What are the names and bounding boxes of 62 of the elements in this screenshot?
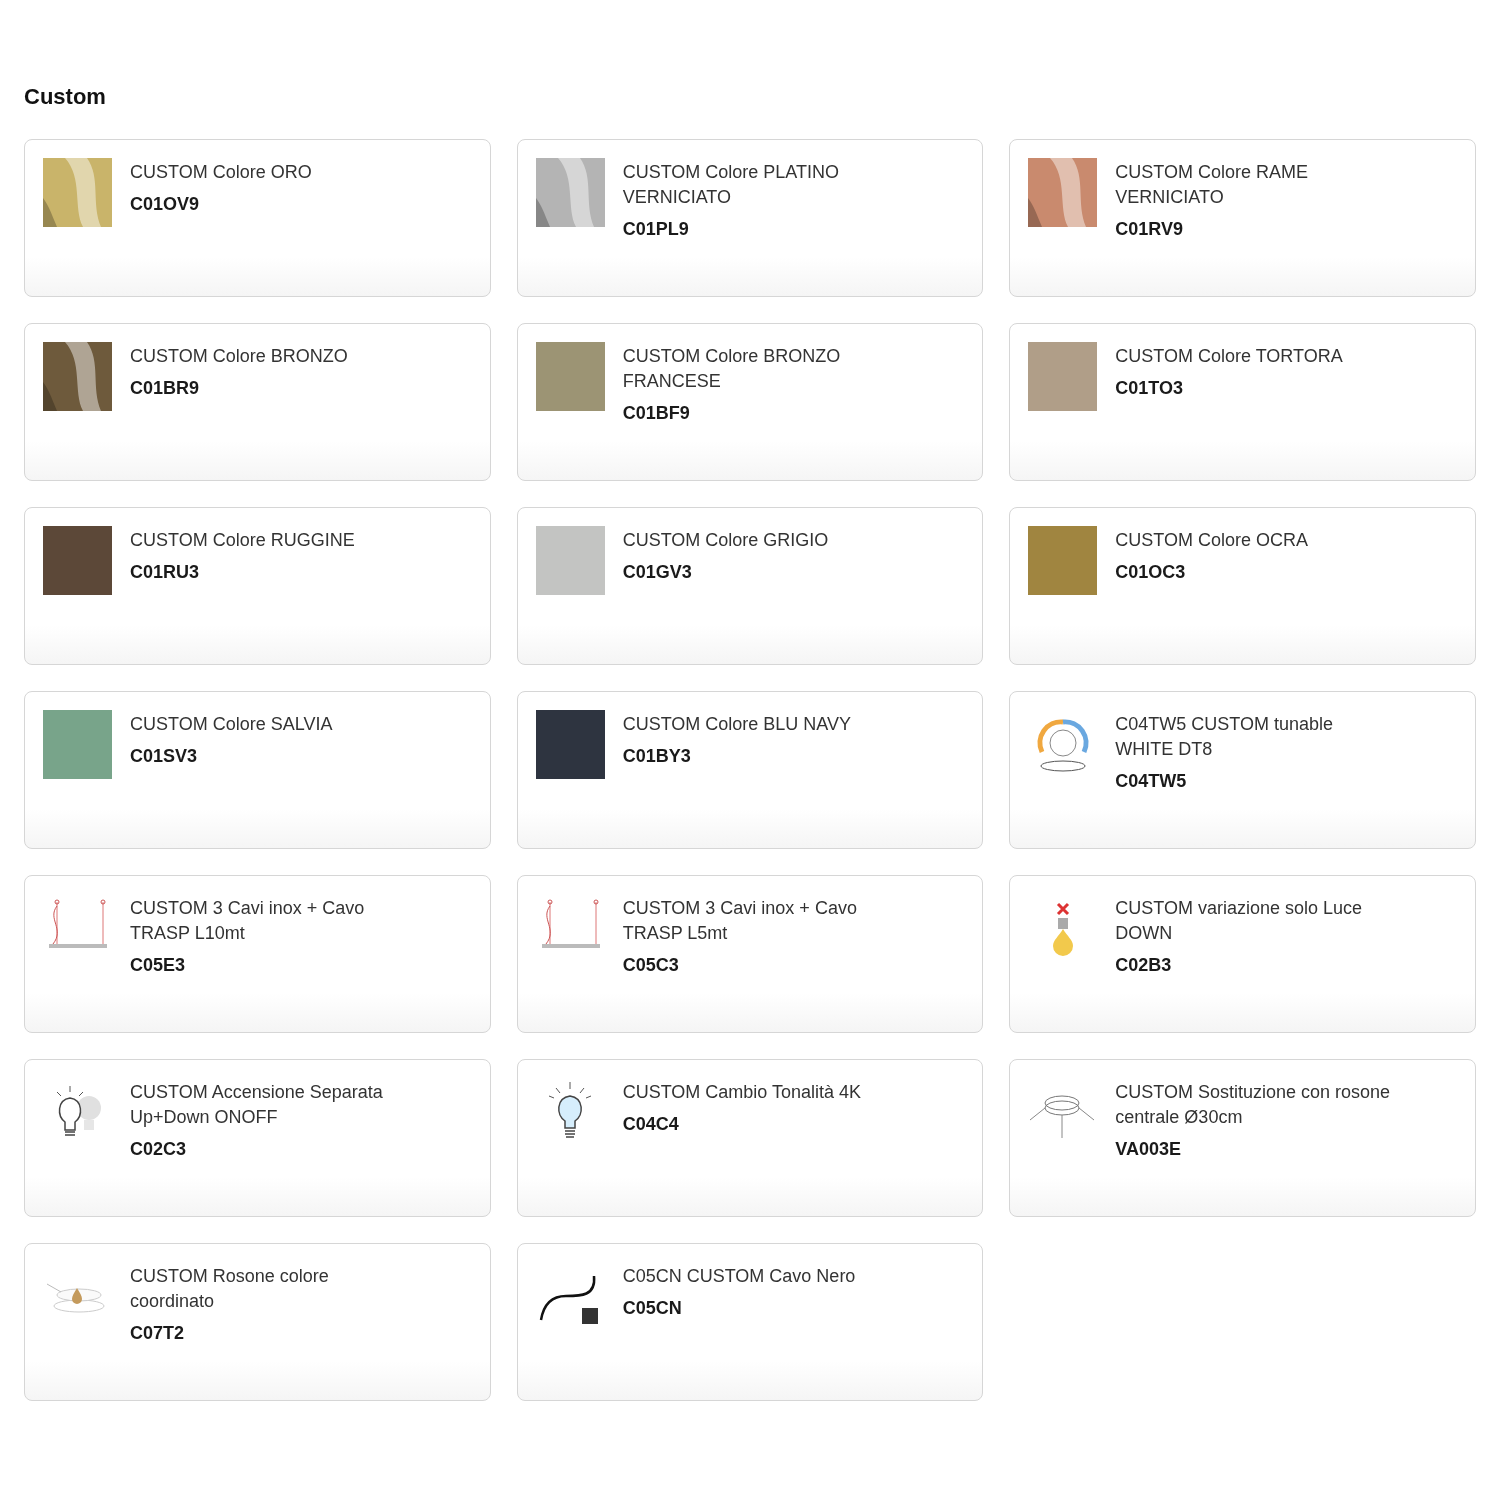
product-code: C02C3: [130, 1139, 188, 1160]
product-name: CUSTOM Colore PLATINO VERNICIATO: [622, 161, 841, 209]
product-card[interactable]: CUSTOM Colore SALVIA C01SV3: [24, 691, 491, 849]
product-code: C01OV9: [130, 194, 201, 215]
drop-lamp-icon: [1051, 901, 1074, 956]
product-name: CUSTOM 3 Cavi inox + Cavo TRASP L5mt: [622, 897, 858, 945]
product-card[interactable]: CUSTOM variazione solo Luce DOWN C02B3: [1009, 875, 1476, 1033]
product-name: CUSTOM Colore BRONZO FRANCESE: [622, 345, 842, 393]
product-code: C01BY3: [622, 746, 692, 767]
product-code: C01BR9: [130, 378, 201, 399]
product-card[interactable]: C05CN CUSTOM Cavo Nero C05CN: [516, 1243, 984, 1401]
product-code: VA003E: [1115, 1139, 1183, 1160]
product-card[interactable]: CUSTOM Colore GRIGIO C01GV3: [516, 507, 984, 665]
product-name: CUSTOM Colore ORO: [130, 161, 312, 184]
product-code: C05CN: [622, 1298, 683, 1319]
product-name: C04TW5 CUSTOM tunable WHITE DT8: [1115, 713, 1335, 761]
product-code: C01SV3: [130, 746, 199, 767]
product-card[interactable]: CUSTOM Rosone colore coordinato C07T2: [24, 1243, 491, 1401]
product-name: CUSTOM variazione solo Luce DOWN: [1115, 897, 1364, 945]
section-title: Custom: [24, 84, 107, 110]
product-name: CUSTOM Colore GRIGIO: [622, 529, 829, 552]
product-name: CUSTOM 3 Cavi inox + Cavo TRASP L10mt: [130, 897, 366, 945]
product-name: CUSTOM Accensione Separata Up+Down ONOFF: [130, 1081, 384, 1129]
product-code: C05E3: [130, 955, 187, 976]
product-code: C01RV9: [1115, 219, 1185, 240]
product-name: CUSTOM Rosone colore coordinato: [130, 1265, 330, 1313]
product-card[interactable]: CUSTOM Colore RAME VERNICIATO C01RV9: [1009, 139, 1476, 297]
product-name: CUSTOM Cambio Tonalità 4K: [622, 1081, 862, 1104]
product-card[interactable]: CUSTOM 3 Cavi inox + Cavo TRASP L10mt C05E3: [24, 875, 491, 1033]
product-card[interactable]: CUSTOM Accensione Separata Up+Down ONOFF C02C3: [24, 1059, 491, 1217]
product-card[interactable]: CUSTOM Colore OCRA C01OC3: [1009, 507, 1476, 665]
product-card[interactable]: CUSTOM Cambio Tonalità 4K C04C4: [516, 1059, 984, 1217]
product-card[interactable]: CUSTOM Colore RUGGINE C01RU3: [24, 507, 491, 665]
product-code: C01OC3: [1115, 562, 1187, 583]
product-card[interactable]: CUSTOM Colore BLU NAVY C01BY3: [516, 691, 984, 849]
product-code: C01PL9: [622, 219, 690, 240]
product-name: CUSTOM Colore OCRA: [1115, 529, 1309, 552]
product-card[interactable]: CUSTOM Colore TORTORA C01TO3: [1009, 323, 1476, 481]
product-code: C01GV3: [622, 562, 693, 583]
product-name: CUSTOM Colore BLU NAVY: [622, 713, 852, 736]
product-code: C05C3: [622, 955, 680, 976]
product-card[interactable]: CUSTOM Colore ORO C01OV9: [24, 139, 491, 297]
product-code: C02B3: [1115, 955, 1173, 976]
product-name: CUSTOM Sostituzione con rosone centrale Ø30cm: [1115, 1081, 1392, 1129]
product-name: CUSTOM Colore RUGGINE: [130, 529, 355, 552]
product-card[interactable]: C04TW5 CUSTOM tunable WHITE DT8 C04TW5: [1009, 691, 1476, 849]
product-name: C05CN CUSTOM Cavo Nero: [622, 1265, 856, 1288]
product-card[interactable]: CUSTOM Colore PLATINO VERNICIATO C01PL9: [516, 139, 984, 297]
product-code: C01TO3: [1115, 378, 1185, 399]
product-name: CUSTOM Colore TORTORA: [1115, 345, 1343, 368]
product-name: CUSTOM Colore RAME VERNICIATO: [1115, 161, 1310, 209]
product-code: C04TW5: [1115, 771, 1188, 792]
product-card[interactable]: CUSTOM Colore BRONZO C01BR9: [24, 323, 491, 481]
product-name: CUSTOM Colore BRONZO: [130, 345, 348, 368]
product-name: CUSTOM Colore SALVIA: [130, 713, 333, 736]
product-code: C04C4: [622, 1114, 680, 1135]
product-card[interactable]: CUSTOM Sostituzione con rosone centrale Ø30cm VA003E: [1009, 1059, 1476, 1217]
product-card[interactable]: CUSTOM 3 Cavi inox + Cavo TRASP L5mt C05C3: [516, 875, 984, 1033]
product-card[interactable]: CUSTOM Colore BRONZO FRANCESE C01BF9: [516, 323, 984, 481]
product-code: C01RU3: [130, 562, 201, 583]
product-code: C07T2: [130, 1323, 186, 1344]
product-code: C01BF9: [622, 403, 691, 424]
